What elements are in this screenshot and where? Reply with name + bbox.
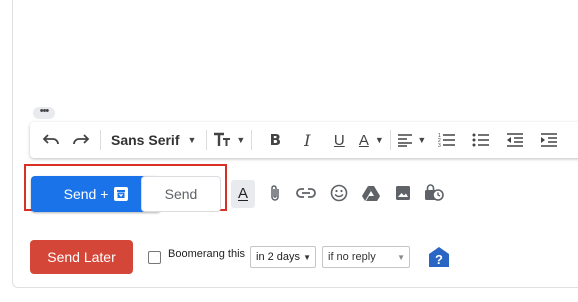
indent-less-button[interactable] (502, 125, 528, 155)
numbered-list-icon: 123 (438, 133, 456, 148)
chevron-down-icon: ▼ (236, 135, 246, 145)
chevron-down-icon: ▼ (374, 135, 384, 145)
formatting-options-button[interactable]: A (231, 180, 255, 208)
formatting-icon: A (237, 185, 248, 202)
send-button[interactable]: Send (141, 176, 221, 212)
bold-button[interactable]: B (262, 125, 288, 155)
chevron-down-icon: ▼ (417, 135, 427, 145)
archive-icon (114, 187, 129, 201)
chevron-down-icon: ▼ (187, 135, 197, 145)
toolbar-divider (390, 130, 392, 150)
google-drive-icon[interactable] (361, 182, 381, 204)
font-family-select[interactable]: Sans Serif ▼ (107, 125, 200, 155)
attach-icon[interactable] (265, 182, 285, 204)
send-plus-label: Send + (63, 186, 109, 202)
bulleted-list-icon (472, 133, 490, 147)
text-color-button[interactable]: A ▼ (358, 125, 384, 155)
delay-value: in 2 days (256, 251, 301, 263)
align-button[interactable]: ▼ (397, 125, 426, 155)
boomerang-help-icon[interactable]: ? (428, 246, 450, 268)
toolbar-divider (206, 130, 208, 150)
numbered-list-button[interactable]: 123 (434, 125, 460, 155)
emoji-icon[interactable] (329, 182, 349, 204)
redo-icon[interactable] (68, 125, 94, 155)
toolbar-divider (251, 130, 253, 150)
boomerang-checkbox[interactable] (148, 251, 161, 264)
send-later-button[interactable]: Send Later (30, 240, 133, 274)
toolbar-divider (100, 130, 101, 150)
insert-photo-icon[interactable] (393, 182, 413, 204)
link-icon[interactable] (296, 182, 316, 204)
chevron-down-icon: ▼ (397, 252, 405, 262)
boomerang-checkbox-label: Boomerang this (168, 248, 246, 260)
condition-value: if no reply (328, 251, 376, 263)
svg-text:3: 3 (438, 143, 441, 148)
show-trimmed-content-button[interactable]: ••• (33, 106, 55, 119)
chevron-down-icon: ▼ (303, 252, 311, 262)
undo-icon[interactable] (38, 125, 64, 155)
align-left-icon (398, 134, 413, 147)
indent-more-button[interactable] (536, 125, 562, 155)
boomerang-condition-select[interactable]: if no reply ▼ (322, 246, 410, 268)
underline-button[interactable]: U (326, 125, 352, 155)
italic-button[interactable]: I (294, 125, 320, 155)
confidential-mode-icon[interactable] (424, 182, 444, 204)
indent-more-icon (541, 133, 558, 147)
text-size-button[interactable]: ▼ (213, 125, 245, 155)
boomerang-delay-select[interactable]: in 2 days ▼ (250, 246, 316, 268)
text-color-icon: A (358, 131, 369, 149)
indent-less-icon (507, 133, 524, 147)
svg-text:?: ? (435, 252, 443, 267)
formatting-toolbar: Sans Serif ▼ ▼ B I U A ▼ ▼ 123 (30, 122, 578, 158)
font-name-label: Sans Serif (111, 132, 180, 148)
bulleted-list-button[interactable] (468, 125, 494, 155)
text-size-icon (214, 132, 231, 146)
